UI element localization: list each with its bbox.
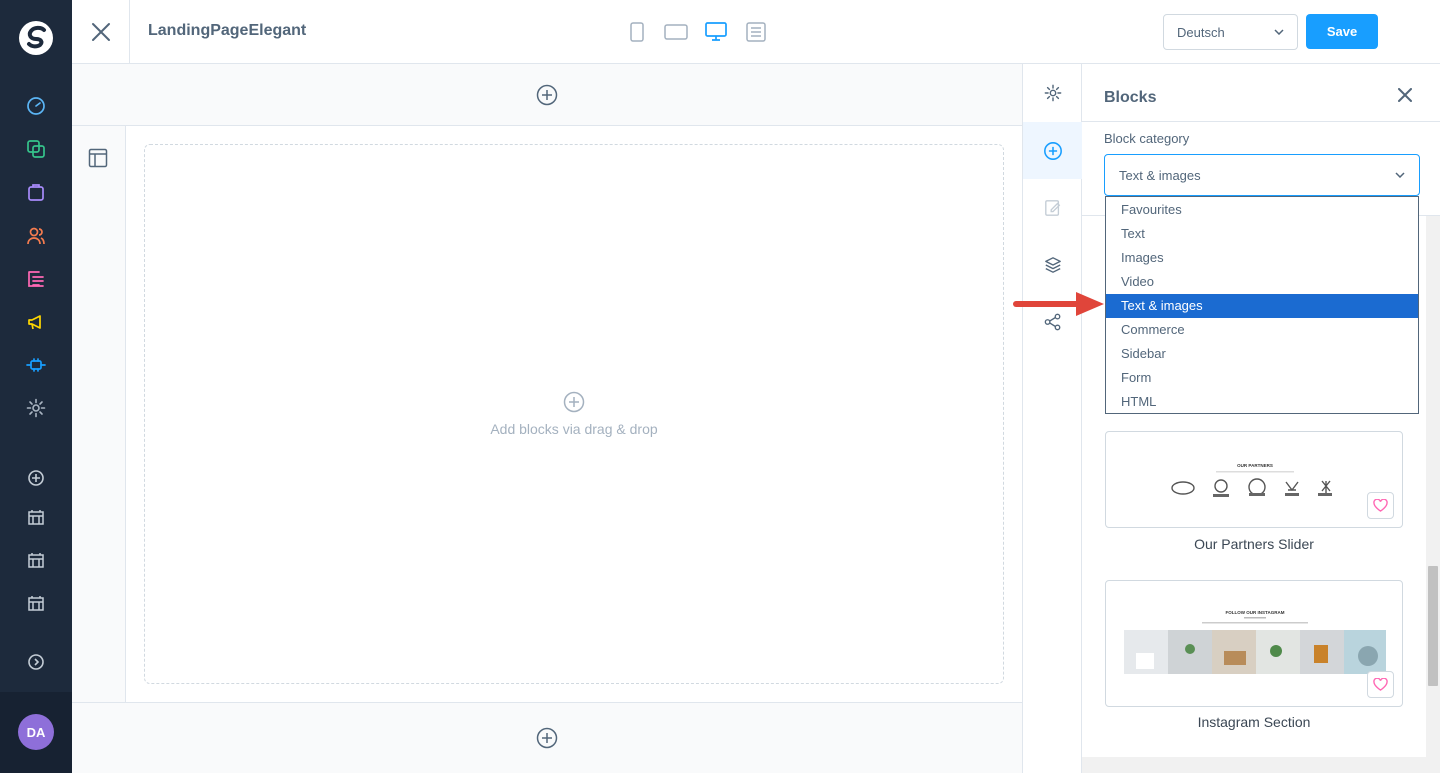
dropzone-hint: Add blocks via drag & drop [490,421,658,437]
instagram-preview-image: FOLLOW OUR INSTAGRAM [1124,610,1386,674]
dropdown-option[interactable]: Form [1106,366,1418,390]
preview-heading: OUR PARTNERS [1237,463,1273,468]
device-desktop-icon[interactable] [704,20,728,44]
block-category-dropdown: Favourites Text Images Video Text & imag… [1105,196,1419,414]
favourite-button[interactable] [1367,492,1394,519]
share-icon [1044,313,1060,330]
section-content: Add blocks via drag & drop [126,126,1022,702]
dropdown-option[interactable]: Text [1106,222,1418,246]
dropdown-option[interactable]: Images [1106,246,1418,270]
block-dropzone[interactable]: Add blocks via drag & drop [144,144,1004,684]
chevron-down-icon [1274,29,1284,35]
plus-circle-icon [1043,141,1062,160]
tab-settings[interactable] [1023,64,1082,121]
favourite-button[interactable] [1367,671,1394,698]
dashboard-icon[interactable] [24,94,48,118]
horizontal-scrollbar[interactable] [1082,757,1426,773]
dropdown-option-selected[interactable]: Text & images [1106,294,1418,318]
language-select[interactable]: Deutsch [1163,14,1298,50]
dropdown-option[interactable]: Commerce [1106,318,1418,342]
section-layout-icon[interactable] [88,148,110,170]
settings-gear-icon[interactable] [24,396,48,420]
heart-icon [1373,499,1388,512]
plus-circle-icon [536,84,558,105]
block-category-value: Text & images [1119,167,1201,183]
expand-sidebar-icon[interactable] [24,650,48,674]
vertical-scrollbar[interactable] [1426,216,1440,773]
save-button[interactable]: Save [1306,14,1378,49]
customers-icon[interactable] [24,224,48,248]
orders-bag-icon[interactable] [24,180,48,204]
storefront-icon[interactable] [24,591,48,615]
tab-layers[interactable] [1023,236,1082,293]
heart-icon [1373,678,1388,691]
close-editor-button[interactable] [72,0,130,63]
dropdown-option[interactable]: Sidebar [1106,342,1418,366]
close-icon [91,22,110,41]
storefront-icon[interactable] [24,548,48,572]
block-category-select[interactable]: Text & images [1104,154,1420,196]
partners-preview-image: OUR PARTNERS [1171,463,1332,497]
device-form-view-icon[interactable] [744,20,768,44]
tab-share[interactable] [1023,293,1082,350]
panel-title: Blocks [1104,89,1157,106]
dropdown-option[interactable]: Favourites [1106,198,1418,222]
edit-icon [1044,199,1060,216]
block-preview-card[interactable]: FOLLOW OUR INSTAGRAM [1105,580,1403,707]
close-panel-button[interactable] [1398,88,1416,106]
close-icon [1398,88,1412,102]
chevron-down-icon [1395,172,1405,178]
dropdown-option[interactable]: Video [1106,270,1418,294]
blocks-panel: Blocks Block category Text & images Favo… [1082,64,1440,773]
block-category-label: Block category [1104,131,1190,146]
editor-topbar: LandingPageElegant Deutsch Save [72,0,1440,64]
catalogue-icon[interactable] [24,137,48,161]
language-select-value: Deutsch [1177,24,1225,40]
tab-edit[interactable] [1023,179,1082,236]
add-sales-channel-icon[interactable] [24,466,48,490]
storefront-icon[interactable] [24,505,48,529]
block-preview-card[interactable]: OUR PARTNERS [1105,431,1403,528]
gear-icon [1044,84,1061,101]
shopware-logo-icon[interactable] [18,20,54,56]
block-name: Instagram Section [1197,714,1311,730]
tab-blocks[interactable] [1023,122,1082,179]
marketing-megaphone-icon[interactable] [24,310,48,334]
scrollbar-thumb[interactable] [1428,566,1438,686]
extensions-plug-icon[interactable] [24,353,48,377]
content-icon[interactable] [24,267,48,291]
add-section-bottom-button[interactable] [72,702,1022,773]
page-title: LandingPageElegant [148,22,307,39]
preview-heading: FOLLOW OUR INSTAGRAM [1226,610,1285,615]
editor-canvas: Add blocks via drag & drop [72,64,1022,773]
layers-icon [1044,256,1061,273]
plus-circle-icon [563,391,585,413]
device-mobile-icon[interactable] [625,20,649,44]
user-avatar[interactable]: DA [18,714,54,750]
block-name: Our Partners Slider [1194,536,1314,552]
plus-circle-icon [536,727,558,749]
add-section-top-button[interactable] [72,64,1022,126]
dropdown-option[interactable]: HTML [1106,390,1418,414]
blocks-panel-header: Blocks [1082,64,1440,122]
app-sidebar: DA [0,0,72,773]
device-tablet-icon[interactable] [664,20,688,44]
sidebar-tab-rail [1022,64,1082,773]
section-sidebar-column [72,126,126,702]
